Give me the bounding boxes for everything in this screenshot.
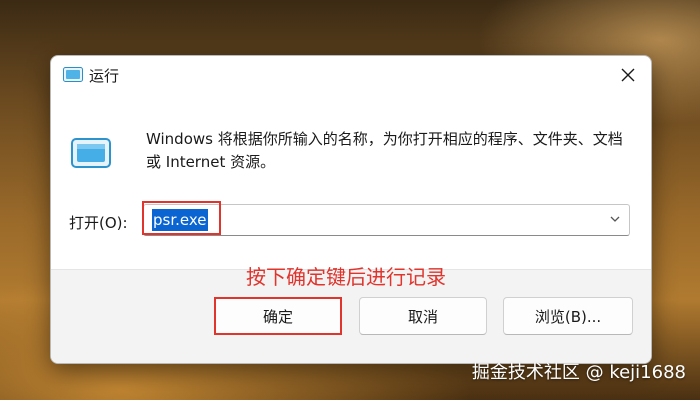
run-program-icon bbox=[71, 138, 111, 168]
chevron-down-icon[interactable] bbox=[609, 213, 621, 225]
annotation-text: 按下确定键后进行记录 bbox=[246, 265, 446, 289]
input-highlight-box bbox=[142, 201, 221, 235]
run-description: Windows 将根据你所输入的名称，为你打开相应的程序、文件夹、文档或 Int… bbox=[146, 130, 623, 171]
window-title: 运行 bbox=[89, 67, 120, 85]
watermark: 掘金技术社区 @ keji1688 bbox=[471, 362, 686, 383]
browse-button[interactable]: 浏览(B)... bbox=[503, 297, 633, 335]
close-icon bbox=[621, 68, 635, 82]
cancel-button[interactable]: 取消 bbox=[359, 297, 487, 335]
title-bar: 运行 bbox=[51, 56, 651, 94]
ok-button[interactable]: 确定 bbox=[214, 297, 342, 335]
run-dialog: 运行 Windows 将根据你所输入的名称，为你打开相应的程序、文件夹、文档或 … bbox=[50, 55, 652, 364]
close-button[interactable] bbox=[613, 61, 643, 89]
open-label: 打开(O): bbox=[69, 214, 128, 232]
run-app-icon bbox=[63, 67, 83, 82]
